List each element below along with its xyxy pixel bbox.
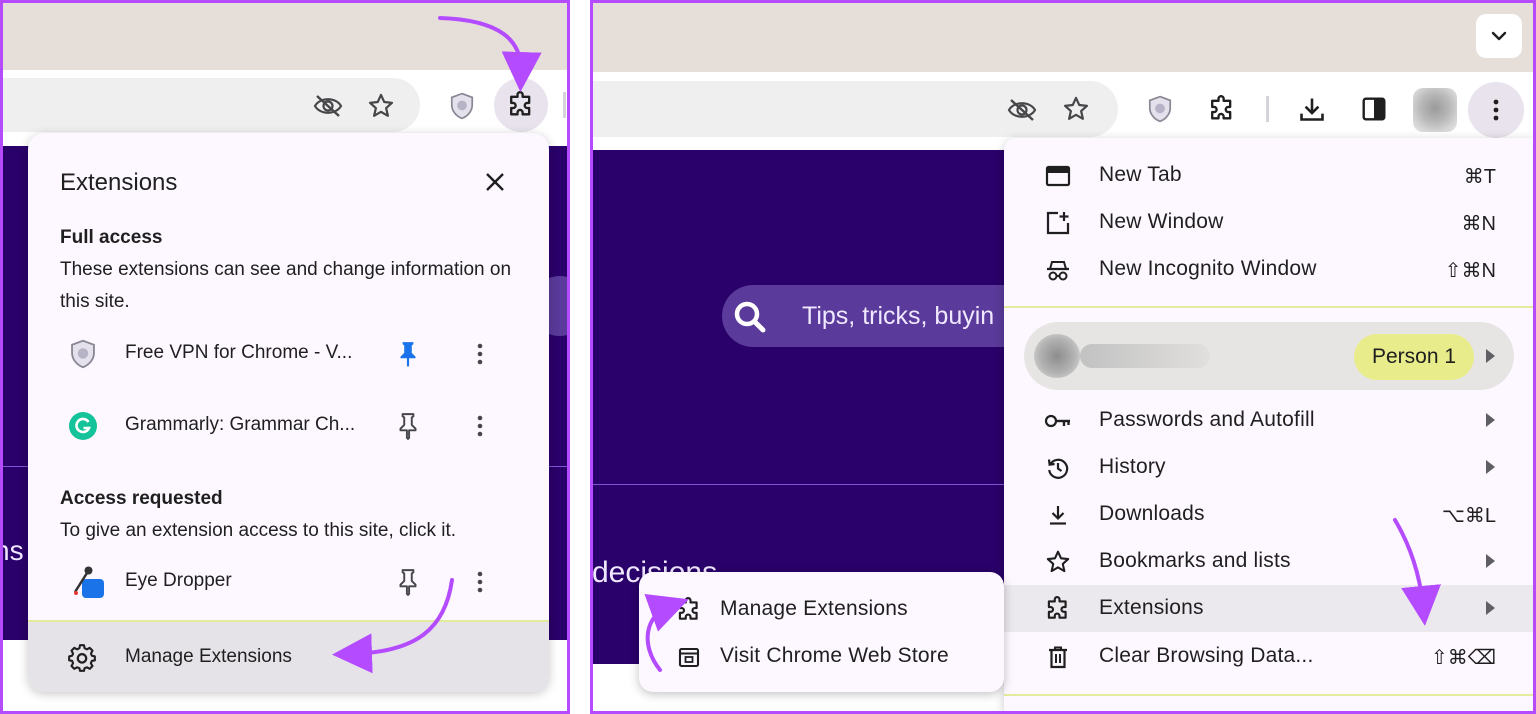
trash-icon <box>1044 643 1072 671</box>
extension-name: Eye Dropper <box>125 570 232 591</box>
eye-slash-icon[interactable] <box>312 90 344 122</box>
extension-row-vpn[interactable]: Free VPN for Chrome - V... <box>28 326 549 382</box>
more-vert-icon[interactable] <box>468 568 492 596</box>
menu-item-new-window[interactable]: New Window ⌘N <box>1004 199 1534 246</box>
person-badge: Person 1 <box>1354 334 1475 380</box>
menu-separator <box>1004 306 1534 308</box>
grammarly-icon <box>68 411 98 441</box>
manage-extensions-label: Manage Extensions <box>125 646 292 667</box>
pin-outline-icon[interactable] <box>395 412 421 440</box>
toolbar-separator <box>563 92 566 118</box>
chrome-menu-button[interactable] <box>1468 82 1524 138</box>
vpn-shield-icon[interactable] <box>1144 93 1176 125</box>
submenu-arrow-icon <box>1486 349 1495 363</box>
download-icon <box>1044 501 1072 529</box>
extension-row-grammarly[interactable]: Grammarly: Grammar Ch... <box>28 398 549 454</box>
new-window-icon <box>1044 209 1072 237</box>
puzzle-icon <box>1044 595 1072 623</box>
menu-item-bookmarks-lists[interactable]: Bookmarks and lists <box>1004 538 1534 585</box>
vpn-shield-icon <box>68 339 98 369</box>
star-icon <box>1044 548 1072 576</box>
chrome-main-menu: New Tab ⌘T New Window ⌘N New Incognito W… <box>1004 138 1534 714</box>
more-vert-icon <box>1493 99 1499 121</box>
gear-icon <box>68 644 96 672</box>
tab-search-button[interactable] <box>1476 14 1522 58</box>
menu-item-passwords-autofill[interactable]: Passwords and Autofill <box>1004 397 1534 444</box>
full-access-heading: Full access <box>60 227 163 248</box>
extensions-puzzle-icon[interactable] <box>494 78 548 132</box>
menu-item-extensions[interactable]: Extensions <box>1004 585 1534 632</box>
menu-separator <box>1004 694 1534 696</box>
eye-slash-icon[interactable] <box>1006 94 1038 126</box>
tab-strip <box>0 0 570 70</box>
avatar[interactable] <box>1413 88 1457 132</box>
menu-item-new-tab[interactable]: New Tab ⌘T <box>1004 152 1534 199</box>
left-screenshot-panel: ns Extensions Full access These extensio… <box>0 0 570 714</box>
submenu-item-manage-extensions[interactable]: Manage Extensions <box>639 586 1004 633</box>
submenu-arrow-icon <box>1486 413 1495 427</box>
vpn-shield-icon[interactable] <box>446 90 478 122</box>
site-search-bar[interactable]: Tips, tricks, buyin <box>722 285 1042 347</box>
manage-extensions-button[interactable]: Manage Extensions <box>28 620 549 692</box>
more-vert-icon[interactable] <box>468 412 492 440</box>
incognito-icon <box>1044 256 1072 284</box>
full-access-description: These extensions can see and change info… <box>60 259 512 312</box>
bookmark-star-icon[interactable] <box>365 90 397 122</box>
new-tab-icon <box>1044 162 1072 190</box>
more-vert-icon[interactable] <box>468 340 492 368</box>
extensions-submenu: Manage Extensions Visit Chrome Web Store <box>639 572 1004 692</box>
extensions-puzzle-icon[interactable] <box>1206 93 1238 125</box>
tab-strip <box>590 0 1536 72</box>
access-requested-description: To give an extension access to this site… <box>60 520 457 541</box>
side-panel-icon[interactable] <box>1358 93 1390 125</box>
puzzle-icon <box>675 596 703 624</box>
submenu-item-visit-web-store[interactable]: Visit Chrome Web Store <box>639 633 1004 680</box>
menu-item-history[interactable]: History <box>1004 444 1534 491</box>
search-icon <box>734 301 766 333</box>
menu-item-clear-browsing-data[interactable]: Clear Browsing Data... ⇧⌘⌫ <box>1004 633 1534 680</box>
search-placeholder: Tips, tricks, buyin <box>802 302 995 330</box>
extensions-popup-title: Extensions <box>60 169 178 196</box>
submenu-arrow-icon <box>1486 601 1495 615</box>
address-bar[interactable] <box>590 81 1118 137</box>
pin-filled-icon[interactable] <box>395 340 421 368</box>
profile-avatar <box>1034 334 1080 378</box>
toolbar-separator <box>1266 96 1269 122</box>
close-icon[interactable] <box>482 169 508 195</box>
download-icon[interactable] <box>1296 93 1328 125</box>
partial-page-text: ns <box>0 535 24 566</box>
menu-item-downloads[interactable]: Downloads ⌥⌘L <box>1004 491 1534 538</box>
extension-row-eye-dropper[interactable]: Eye Dropper <box>28 554 549 610</box>
profile-row[interactable]: Person 1 <box>1024 322 1514 390</box>
access-requested-heading: Access requested <box>60 488 223 509</box>
extension-name: Grammarly: Grammar Ch... <box>125 414 356 435</box>
web-store-icon <box>675 643 703 671</box>
key-icon <box>1044 407 1072 435</box>
menu-item-new-incognito-window[interactable]: New Incognito Window ⇧⌘N <box>1004 246 1534 293</box>
submenu-arrow-icon <box>1486 460 1495 474</box>
eye-dropper-icon <box>72 564 106 600</box>
chevron-down-icon <box>1491 31 1507 41</box>
extensions-popup: Extensions Full access These extensions … <box>28 133 549 692</box>
profile-name-blurred <box>1080 344 1210 368</box>
address-bar[interactable] <box>0 78 420 132</box>
pin-outline-icon[interactable] <box>395 568 421 596</box>
bookmark-star-icon[interactable] <box>1060 93 1092 125</box>
submenu-arrow-icon <box>1486 554 1495 568</box>
history-icon <box>1044 454 1072 482</box>
extension-name: Free VPN for Chrome - V... <box>125 342 353 363</box>
